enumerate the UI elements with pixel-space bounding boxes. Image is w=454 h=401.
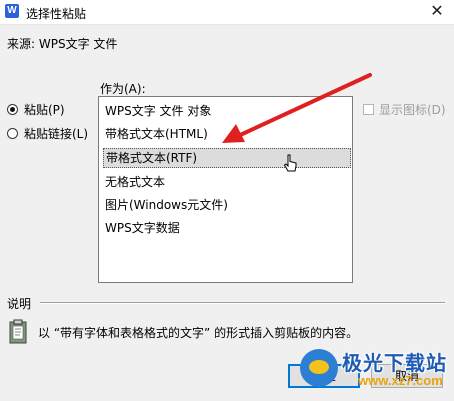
annotation-arrow-shaft (236, 73, 372, 138)
watermark-logo-icon (300, 349, 338, 387)
watermark-url: www.xz7.com (358, 373, 443, 388)
watermark: 极光下载站 www.xz7.com (300, 345, 450, 393)
annotation-arrow (222, 73, 372, 143)
mouse-cursor-icon (283, 154, 297, 172)
watermark-name: 极光下载站 (342, 351, 447, 375)
